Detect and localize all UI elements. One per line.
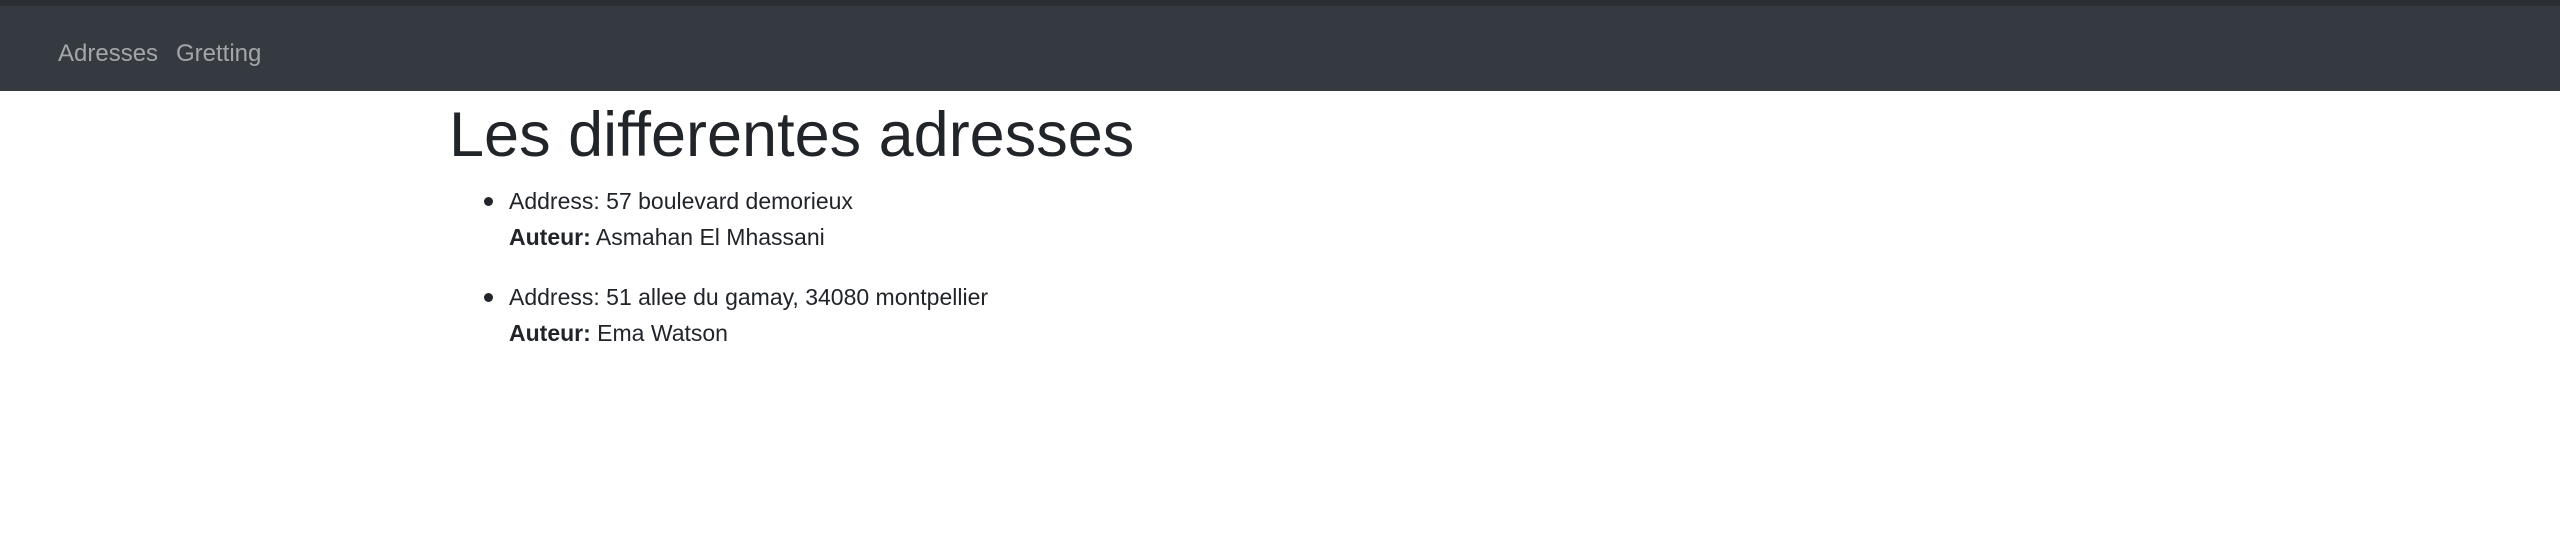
bullet-icon — [484, 293, 493, 302]
main-content: Les differentes adresses Address: 57 bou… — [449, 91, 1134, 351]
address-label: Address: — [509, 188, 600, 214]
nav-link-adresses[interactable]: Adresses — [58, 39, 158, 69]
author-line: Auteur: Ema Watson — [509, 315, 1134, 351]
author-value: Asmahan El Mhassani — [595, 224, 825, 250]
page-title: Les differentes adresses — [449, 100, 1135, 170]
top-navbar: Adresses Gretting — [0, 0, 2560, 91]
author-label: Auteur: — [509, 320, 591, 346]
author-line: Auteur: Asmahan El Mhassani — [509, 219, 1134, 255]
nav-link-gretting[interactable]: Gretting — [176, 39, 261, 69]
address-list-item: Address: 57 boulevard demorieux Auteur: … — [449, 183, 1134, 255]
address-line: Address: 51 allee du gamay, 34080 montpe… — [509, 279, 1134, 315]
address-list-item: Address: 51 allee du gamay, 34080 montpe… — [449, 279, 1134, 351]
address-value: 51 allee du gamay, 34080 montpellier — [606, 284, 989, 310]
address-list: Address: 57 boulevard demorieux Auteur: … — [449, 183, 1134, 351]
address-value: 57 boulevard demorieux — [606, 188, 853, 214]
author-label: Auteur: — [509, 224, 591, 250]
address-line: Address: 57 boulevard demorieux — [509, 183, 1134, 219]
address-label: Address: — [509, 284, 600, 310]
author-value: Ema Watson — [597, 320, 728, 346]
bullet-icon — [484, 197, 493, 206]
